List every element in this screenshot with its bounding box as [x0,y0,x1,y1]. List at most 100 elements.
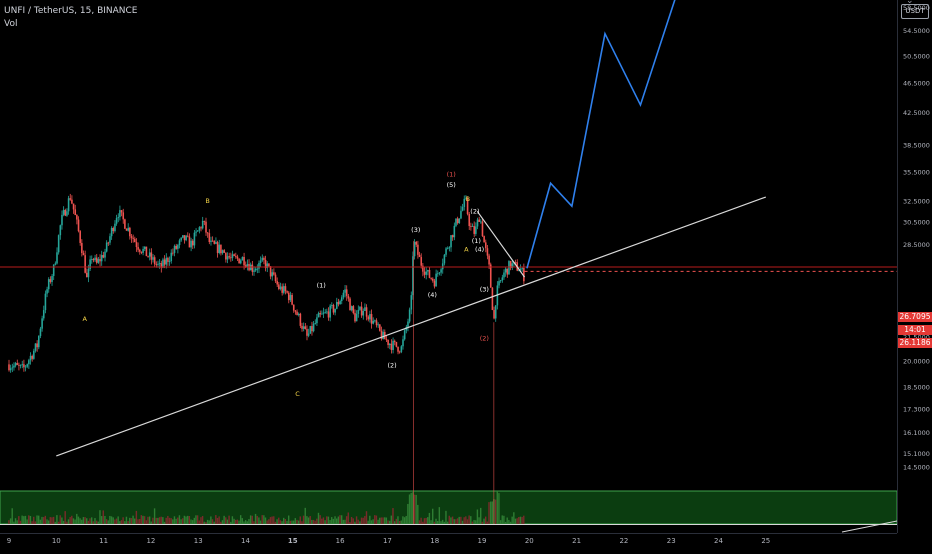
currency-badge[interactable]: USDT [901,4,929,19]
volume-bar [445,510,447,524]
candle-body [142,248,144,253]
volume-bar [125,516,128,524]
volume-bar [402,516,404,524]
candle-body [47,279,50,290]
volume-bar [41,516,43,524]
candle-body [299,313,302,326]
volume-bar [427,517,429,524]
volume-bar [440,521,442,524]
candle-body [29,355,32,361]
candle-body [110,227,113,237]
volume-bar [56,515,58,524]
volume-bar [115,518,118,524]
candle-body [450,235,452,248]
candle-body [44,293,47,311]
volume-bar [407,503,409,524]
x-tick-label: 10 [52,537,61,545]
candle-body [76,215,78,220]
volume-bar [344,519,346,524]
volume-bar [26,519,28,524]
volume-bar [468,515,470,524]
candle-body [448,247,451,249]
candle-body [316,317,318,324]
volume-bar [481,521,484,524]
volume-bar [82,517,85,524]
volume-bar [289,520,292,524]
candle-body [173,245,176,253]
candle-body [489,264,492,288]
volume-bar [509,521,512,524]
candle-body [382,331,384,339]
candle-body [379,324,381,331]
volume-bar [483,518,485,524]
price-chart[interactable]: ABC(1)(2)(3)(4)(5)(1)B(2)(1)A(4)(3)(2) 6… [0,0,932,550]
candle-body [286,291,288,293]
candle-body [491,287,494,310]
volume-indicator-label[interactable]: Vol [4,19,17,29]
candle-body [26,364,29,367]
volume-bar [31,521,33,524]
candle-body [395,341,398,347]
volume-bar [478,517,480,524]
candle-body [243,256,245,266]
volume-bar [281,521,283,524]
candle-body [235,255,237,257]
candle-body [21,364,24,366]
candle-body [117,217,120,219]
x-tick-label: 20 [525,537,534,545]
candle-body [41,318,43,329]
x-tick-label: 11 [99,537,108,545]
candle-body [263,257,265,260]
candle-body [514,261,517,263]
candle-body [403,330,406,340]
candle-body [471,226,474,227]
candle-body [115,218,118,224]
volume-bar [18,516,20,524]
volume-bar [264,517,267,524]
volume-bar [489,501,492,524]
volume-bar [228,515,230,524]
volume-bar [198,520,200,524]
volume-bar [317,512,320,524]
candle-body [335,301,338,309]
volume-bar [94,518,96,524]
x-tick-label: 9 [7,537,11,545]
wave-label: (2) [480,334,489,342]
volume-bar [523,515,525,524]
candle-body [410,295,413,310]
volume-bar [178,515,181,524]
candle-body [289,294,292,301]
candle-body [11,367,14,369]
volume-bar [379,517,381,524]
wave-label: (4) [475,245,484,253]
volume-bar [382,517,384,524]
volume-bar [46,519,48,524]
chart-area[interactable]: ABC(1)(2)(3)(4)(5)(1)B(2)(1)A(4)(3)(2) 6… [0,0,932,550]
candle-body [218,244,221,253]
volume-bar [283,517,285,524]
volume-bar [319,515,321,524]
volume-bar [16,520,18,524]
candle-body [129,227,131,237]
volume-bar [448,515,450,524]
volume-bar [332,518,335,524]
volume-bar [297,520,300,524]
volume-bar [514,518,517,524]
candle-body [102,255,105,258]
candle-body [206,232,209,234]
volume-bar [380,517,383,524]
y-tick-label: 15.1000 [903,450,930,458]
symbol-title[interactable]: UNFI / TetherUS, 15, BINANCE [4,6,138,16]
candle-body [152,257,154,260]
candle-body [393,340,396,342]
candle-body [221,250,224,254]
volume-bar [476,509,479,524]
volume-bar [494,499,497,524]
volume-bar [261,515,263,524]
volume-bar [256,515,258,524]
volume-bar [84,517,86,524]
candle-body [195,231,197,233]
volume-bar [86,518,88,524]
y-tick-label: 16.1000 [903,429,930,437]
candle-body [230,257,232,259]
